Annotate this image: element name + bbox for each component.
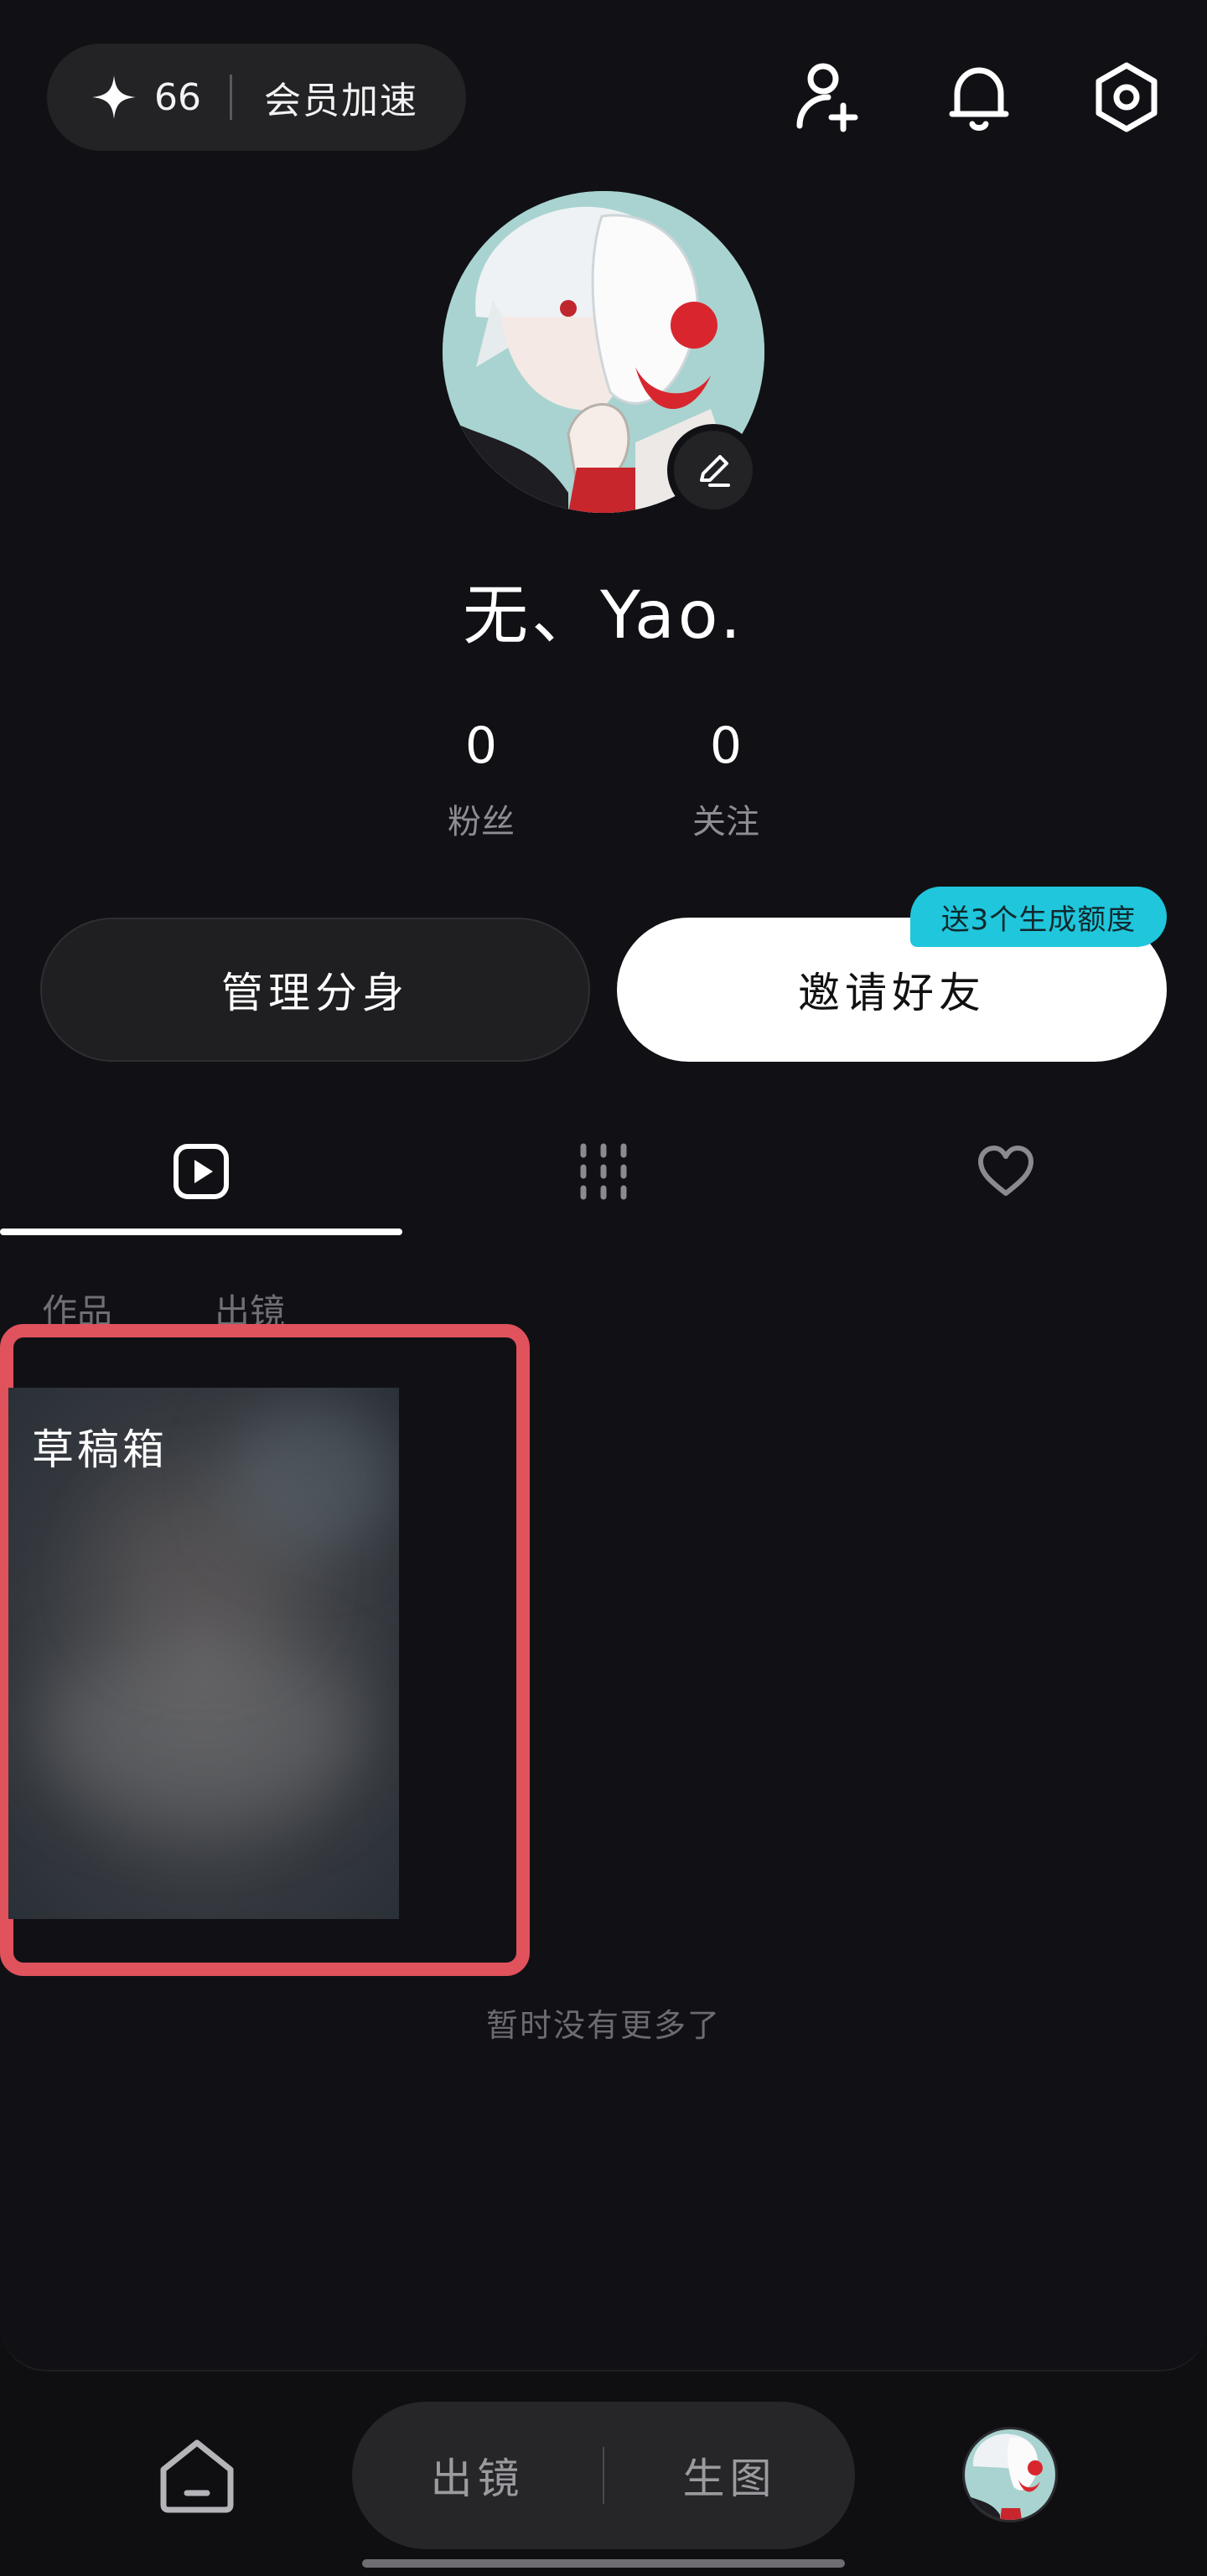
followers-stat[interactable]: 0 粉丝 [397, 714, 565, 843]
home-button[interactable] [151, 2430, 243, 2522]
followers-label: 粉丝 [448, 803, 515, 841]
grid-icon [580, 1143, 627, 1200]
tab-likes[interactable] [805, 1133, 1207, 1210]
vip-boost-label: 会员加速 [264, 80, 418, 122]
following-label: 关注 [692, 803, 759, 841]
settings-button[interactable] [1085, 55, 1168, 139]
play-square-icon [174, 1144, 229, 1199]
home-indicator [362, 2559, 845, 2568]
following-stat[interactable]: 0 关注 [642, 714, 810, 843]
avatar-thumbnail [965, 2429, 1055, 2520]
add-friend-icon [796, 63, 858, 132]
profile-screen: 66 会员加速 无、Yao. 0 粉丝 0 关注 管理分身 邀请好友 送3个生成… [0, 0, 1207, 2576]
generate-image-nav-button[interactable]: 生图 [604, 2445, 855, 2506]
draft-box-label: 草稿箱 [32, 1425, 168, 1474]
tab-gallery[interactable] [402, 1133, 805, 1210]
pencil-icon [700, 455, 730, 487]
blurred-thumbnail [42, 1639, 360, 1823]
profile-avatar[interactable] [443, 191, 764, 516]
tab-works[interactable] [0, 1133, 402, 1210]
bell-icon [949, 67, 1009, 131]
create-pill: 出镜 生图 [352, 2402, 855, 2549]
invite-reward-badge: 送3个生成额度 [910, 887, 1167, 947]
star-icon [92, 75, 136, 119]
edit-avatar-button[interactable] [667, 424, 759, 516]
heart-icon [978, 1146, 1033, 1196]
following-count: 0 [709, 716, 743, 775]
home-icon [160, 2439, 234, 2513]
followers-count: 0 [464, 716, 498, 775]
username: 无、Yao. [463, 578, 744, 654]
profile-nav-avatar[interactable] [962, 2427, 1058, 2522]
active-tab-indicator [0, 1229, 402, 1235]
points-count: 66 [154, 75, 201, 119]
add-friend-button[interactable] [788, 55, 872, 139]
pill-divider [230, 75, 232, 120]
blurred-thumbnail-highlight [226, 1404, 394, 1555]
appear-nav-button[interactable]: 出镜 [352, 2445, 603, 2506]
points-pill[interactable]: 66 会员加速 [47, 44, 466, 151]
manage-avatars-button[interactable]: 管理分身 [40, 918, 590, 1062]
list-end-text: 暂时没有更多了 [485, 2007, 721, 2044]
notifications-button[interactable] [937, 55, 1021, 139]
settings-icon [1096, 62, 1158, 132]
